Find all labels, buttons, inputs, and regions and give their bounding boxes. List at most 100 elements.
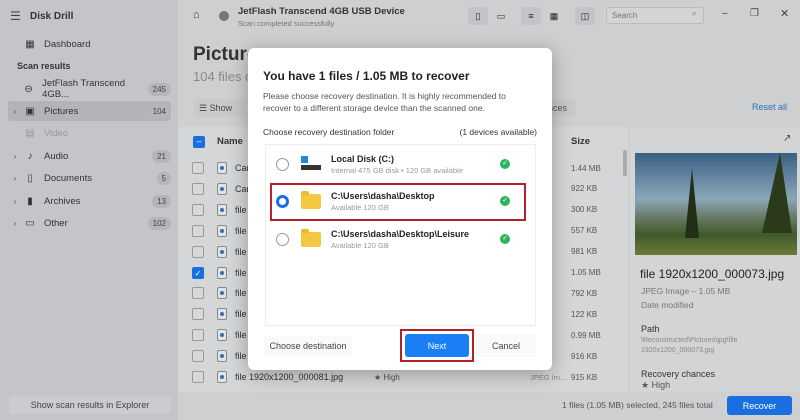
drive-icon: ⊖ [24,83,33,95]
image-file-icon [217,371,227,383]
home-icon[interactable]: ⌂ [193,9,200,21]
sidebar-item-archives[interactable]: › ▮ Archives 13 [8,191,171,211]
check-icon: ✓ [500,234,510,244]
sidebar-item-pictures[interactable]: › ▣ Pictures 104 [8,101,171,121]
dialog-title: You have 1 files / 1.05 MB to recover [263,69,470,83]
destination-local-disk[interactable]: Local Disk (C:) Internal 475 GB disk • 12… [264,145,520,183]
file-size: 122 KB [571,309,598,319]
image-file-icon [217,287,227,300]
label: High [651,380,671,390]
row-checkbox[interactable]: ✓ [192,266,204,279]
sidebar-item-documents[interactable]: › ▯ Documents 5 [8,168,171,188]
date-modified-label: Date modified [641,300,694,310]
subtitle: Available 120 GB [331,240,389,250]
row-checkbox[interactable] [192,329,204,342]
file-name: file [235,330,247,341]
file-name: file [235,351,247,362]
label: Show [209,103,233,113]
selection-summary: 1 files (1.05 MB) selected, 245 files to… [562,400,713,410]
count-badge: 5 [156,171,171,185]
row-checkbox[interactable] [192,245,204,258]
cancel-button[interactable]: Cancel [476,334,536,357]
devices-available: (1 devices available) [459,127,537,137]
row-checkbox[interactable] [192,308,204,321]
radio[interactable] [276,157,289,171]
subtitle: Internal 475 GB disk • 120 GB available [331,165,463,175]
title: C:\Users\dasha\Desktop\Leisure [331,228,470,239]
show-filter-button[interactable]: ☰ Show [194,99,246,117]
sidebar-item-dashboard[interactable]: ▦ Dashboard [8,34,171,54]
document-icon: ▯ [27,172,33,184]
count-badge: 245 [147,82,171,96]
image-file-icon [217,162,227,174]
label: Audio [44,150,69,162]
highlight-box [270,183,526,221]
app-title: Disk Drill [30,11,74,22]
menu-icon[interactable]: ☰ [10,9,21,23]
file-size: 557 KB [571,226,598,236]
file-name: file [235,246,247,257]
image-file-icon [217,245,227,258]
image-file-icon [217,350,227,363]
drive-icon [301,156,321,172]
close-icon[interactable]: ✕ [780,7,789,20]
search-icon: ⌕ [692,9,697,18]
image-file-icon [217,224,227,237]
file-name: file [235,267,247,278]
count-badge: 21 [152,149,171,163]
table-row[interactable]: file 1920x1200_000081.jpg ★ High JPEG Im..… [190,367,630,387]
sidebar-item-audio[interactable]: › ♪ Audio 21 [8,146,171,166]
recover-button[interactable]: Recover [727,396,792,415]
file-size: 1.05 MB [571,268,601,277]
column-name[interactable]: Name [217,136,243,147]
maximize-icon[interactable]: ❐ [750,8,759,19]
row-checkbox[interactable] [192,162,204,174]
destination-leisure[interactable]: C:\Users\dasha\Desktop\Leisure Available … [264,220,520,258]
count-badge: 104 [147,104,171,118]
radio[interactable] [276,232,289,246]
row-checkbox[interactable] [192,371,204,383]
recovery-chances-filter[interactable]: nces [548,99,576,117]
column-size[interactable]: Size [571,136,590,147]
label: JetFlash Transcend 4GB... [42,78,126,100]
music-icon: ♪ [27,150,33,162]
search-input[interactable] [606,7,704,24]
choose-destination-button[interactable]: Choose destination [264,336,352,356]
recovery-dialog: You have 1 files / 1.05 MB to recover Pl… [248,48,552,370]
check-icon: ✓ [500,159,510,169]
file-size: 792 KB [571,288,598,298]
row-checkbox[interactable] [192,224,204,237]
minimize-icon[interactable]: – [722,8,728,19]
label: High [383,372,400,382]
grid-view-icon[interactable]: ▦ [545,7,563,25]
count-badge: 102 [147,216,171,230]
show-in-explorer-button[interactable]: Show scan results in Explorer [9,396,171,414]
dialog-description: Please choose recovery destination. It i… [263,91,506,113]
list-view-icon[interactable]: ≡ [521,7,541,25]
filter-icon: ☰ [199,102,210,113]
sidebar-item-other[interactable]: › ▭ Other 102 [8,213,171,233]
row-checkbox[interactable] [192,203,204,216]
file-view-icon[interactable]: ▯ [468,7,488,25]
file-name: file [235,204,247,215]
sidebar-item-video[interactable]: ▤ Video [8,123,171,143]
image-file-icon [217,329,227,342]
reset-all-link[interactable]: Reset all [752,102,787,112]
folder-icon [301,228,321,247]
file-name: file 1920x1200_000081.jpg [235,372,344,382]
preview-type: JPEG Image – 1.05 MB [641,286,731,296]
next-button[interactable]: Next [405,334,469,357]
label: Other [44,217,68,229]
file-type: JPEG Im... [530,372,567,382]
open-external-icon[interactable]: ↗ [783,133,791,144]
folder-view-icon[interactable]: ▭ [492,7,510,25]
select-all-checkbox[interactable]: – [193,136,205,148]
row-checkbox[interactable] [192,287,204,300]
sidebar-item-device[interactable]: ⊖ JetFlash Transcend 4GB... 245 [8,78,171,100]
preview-pane-icon[interactable]: ◫ [575,7,595,25]
file-size: 915 KB [571,372,598,382]
recovery-chances-value: ★ High [641,380,670,391]
image-file-icon [217,266,227,279]
row-checkbox[interactable] [192,350,204,363]
row-checkbox[interactable] [192,182,204,195]
